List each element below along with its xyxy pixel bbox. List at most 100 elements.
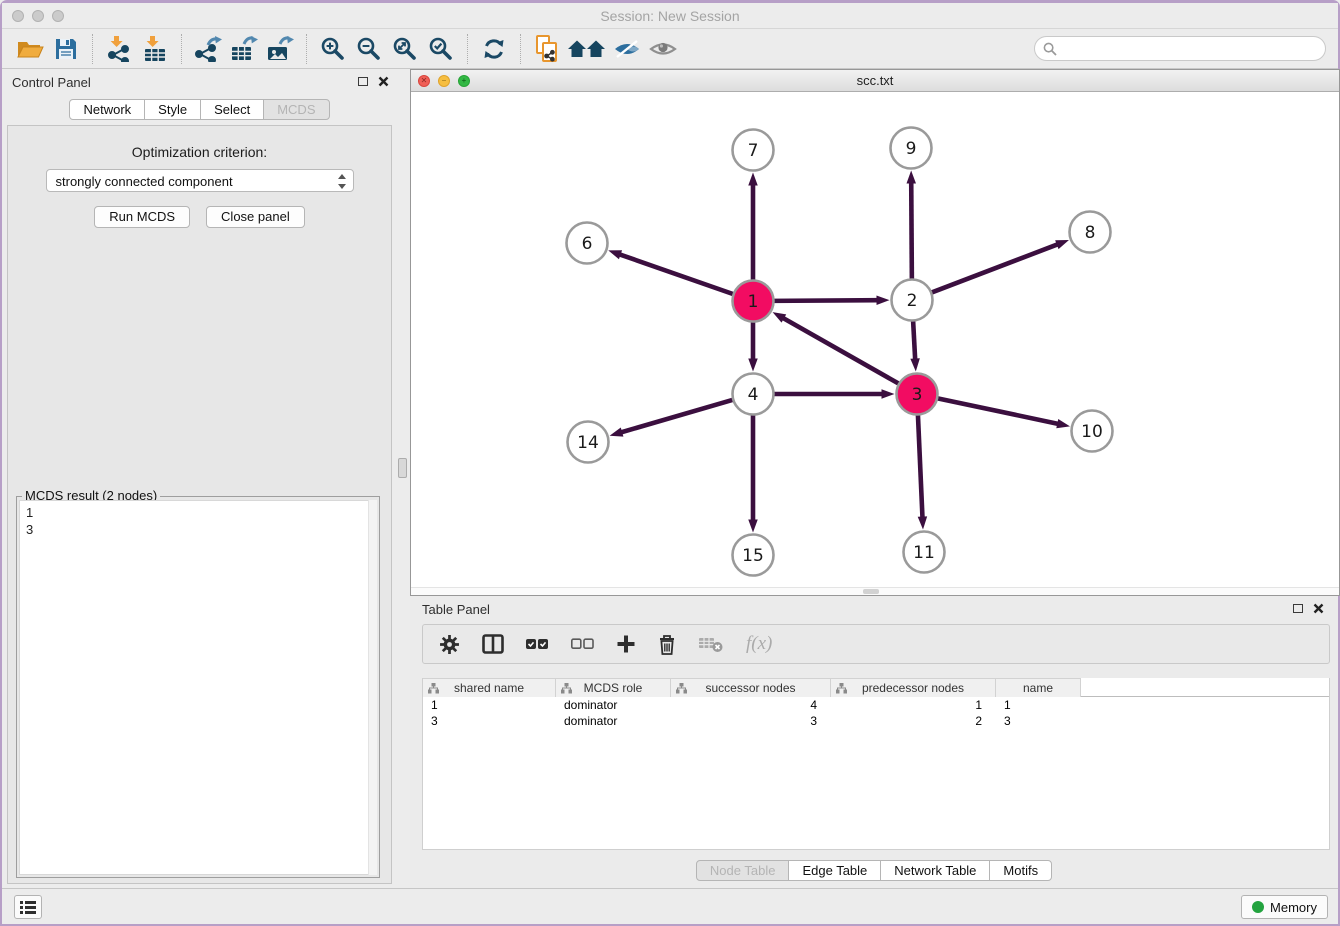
graph-edge-arrowhead xyxy=(882,389,895,399)
graph-edge-arrowhead xyxy=(918,516,927,529)
tab-node-table[interactable]: Node Table xyxy=(696,860,790,881)
table-cell[interactable]: 2 xyxy=(831,713,996,729)
table-cell[interactable]: 3 xyxy=(996,713,1081,729)
network-window-titlebar: ✕ − + scc.txt xyxy=(411,70,1339,92)
list-icon xyxy=(20,900,36,914)
delete-column-icon[interactable] xyxy=(658,634,676,655)
zoom-out-icon[interactable] xyxy=(351,33,387,65)
graph-edge-arrowhead xyxy=(1055,240,1069,249)
control-panel: Control Panel NetworkStyleSelectMCDS Opt… xyxy=(2,69,397,888)
graph-edge-4-14[interactable] xyxy=(620,400,733,433)
show-all-eye-icon[interactable] xyxy=(645,33,681,65)
column-header-MCDS-role[interactable]: MCDS role xyxy=(556,678,671,697)
table-cell[interactable]: 3 xyxy=(671,713,831,729)
open-session-icon[interactable] xyxy=(12,33,48,65)
table-cell[interactable]: dominator xyxy=(556,697,671,713)
float-table-panel-icon[interactable] xyxy=(1293,604,1303,613)
graph-edge-1-6[interactable] xyxy=(619,254,734,294)
network-hscrollbar[interactable] xyxy=(411,587,1339,595)
graph-edge-arrowhead xyxy=(748,520,758,533)
toolbar-separator xyxy=(520,34,521,64)
column-header-shared-name[interactable]: shared name xyxy=(423,678,556,697)
toolbar-separator xyxy=(92,34,93,64)
tab-mcds[interactable]: MCDS xyxy=(263,99,329,120)
column-header-predecessor-nodes[interactable]: predecessor nodes xyxy=(831,678,996,697)
tab-select[interactable]: Select xyxy=(200,99,264,120)
import-table-icon[interactable] xyxy=(137,33,173,65)
select-columns-checked-icon[interactable] xyxy=(526,638,549,650)
close-panel-icon[interactable] xyxy=(378,76,389,87)
network-graph[interactable]: 7968124314101511 xyxy=(411,92,1339,588)
import-network-icon[interactable] xyxy=(101,33,137,65)
graph-edge-arrowhead xyxy=(910,358,919,371)
tab-style[interactable]: Style xyxy=(144,99,201,120)
graph-node-label: 2 xyxy=(907,291,918,311)
panel-splitter-handle[interactable] xyxy=(398,458,407,478)
graph-edge-2-8[interactable] xyxy=(931,244,1059,293)
tab-network[interactable]: Network xyxy=(69,99,145,120)
graph-edge-2-9[interactable] xyxy=(911,181,912,279)
hide-selected-eye-icon[interactable] xyxy=(609,33,645,65)
table-row[interactable]: 1dominator411 xyxy=(423,697,1329,713)
export-image-icon[interactable] xyxy=(262,33,298,65)
table-cell[interactable]: 1 xyxy=(423,697,556,713)
network-view-window: ✕ − + scc.txt 7968124314101511 xyxy=(410,69,1340,596)
graph-edge-arrowhead xyxy=(608,250,622,259)
table-cell[interactable]: 1 xyxy=(831,697,996,713)
table-cell[interactable]: dominator xyxy=(556,713,671,729)
table-settings-gear-icon[interactable] xyxy=(439,634,460,655)
graph-node-label: 9 xyxy=(906,139,917,159)
table-cell[interactable]: 4 xyxy=(671,697,831,713)
table-cell[interactable]: 1 xyxy=(996,697,1081,713)
table-panel-title: Table Panel xyxy=(422,602,490,617)
result-scrollbar[interactable] xyxy=(368,500,377,875)
close-table-panel-icon[interactable] xyxy=(1313,603,1324,614)
export-table-icon[interactable] xyxy=(226,33,262,65)
graph-node-label: 1 xyxy=(748,292,759,312)
memory-button[interactable]: Memory xyxy=(1241,895,1328,919)
graph-edge-3-1[interactable] xyxy=(782,318,899,384)
table-tabs: Node TableEdge TableNetwork TableMotifs xyxy=(696,860,1052,881)
tab-network-table[interactable]: Network Table xyxy=(880,860,990,881)
table-row[interactable]: 3dominator323 xyxy=(423,713,1329,729)
table-header-row: shared nameMCDS rolesuccessor nodesprede… xyxy=(423,678,1329,697)
network-canvas[interactable]: 7968124314101511 xyxy=(411,92,1339,587)
zoom-selected-icon[interactable] xyxy=(423,33,459,65)
table-cell[interactable]: 3 xyxy=(423,713,556,729)
column-header-successor-nodes[interactable]: successor nodes xyxy=(671,678,831,697)
save-session-icon[interactable] xyxy=(48,33,84,65)
memory-status-dot xyxy=(1252,901,1264,913)
table-panel: Table Panel f(x) shared nameMCDS rolesuc… xyxy=(410,596,1338,888)
network-title: scc.txt xyxy=(411,73,1339,88)
tab-edge-table[interactable]: Edge Table xyxy=(788,860,881,881)
close-panel-button[interactable]: Close panel xyxy=(206,206,305,228)
add-column-icon[interactable] xyxy=(616,634,636,654)
delete-table-icon[interactable] xyxy=(698,635,724,653)
zoom-in-icon[interactable] xyxy=(315,33,351,65)
refresh-layout-icon[interactable] xyxy=(476,33,512,65)
graph-node-label: 6 xyxy=(582,234,593,254)
toolbar-separator xyxy=(306,34,307,64)
mcds-result-text[interactable]: 1 3 xyxy=(19,500,377,875)
graph-edge-3-10[interactable] xyxy=(937,398,1059,424)
column-header-name[interactable]: name xyxy=(996,678,1081,697)
function-builder-icon[interactable]: f(x) xyxy=(746,633,772,655)
home-layout-icon[interactable] xyxy=(565,33,609,65)
zoom-fit-icon[interactable] xyxy=(387,33,423,65)
split-table-columns-icon[interactable] xyxy=(482,634,504,654)
clone-network-icon[interactable] xyxy=(529,33,565,65)
graph-edge-1-2[interactable] xyxy=(773,300,878,301)
export-network-icon[interactable] xyxy=(190,33,226,65)
criterion-select[interactable]: strongly connected component xyxy=(46,169,354,192)
run-mcds-button[interactable]: Run MCDS xyxy=(94,206,190,228)
task-history-button[interactable] xyxy=(14,895,42,919)
select-columns-unchecked-icon[interactable] xyxy=(571,638,594,650)
graph-edge-3-11[interactable] xyxy=(918,414,923,518)
tab-motifs[interactable]: Motifs xyxy=(989,860,1052,881)
graph-node-label: 10 xyxy=(1081,422,1103,442)
criterion-selected-value: strongly connected component xyxy=(56,174,233,189)
search-input[interactable] xyxy=(1061,38,1317,59)
float-panel-icon[interactable] xyxy=(358,77,368,86)
graph-edge-2-3[interactable] xyxy=(913,320,915,360)
network-hscroll-thumb[interactable] xyxy=(863,589,879,594)
